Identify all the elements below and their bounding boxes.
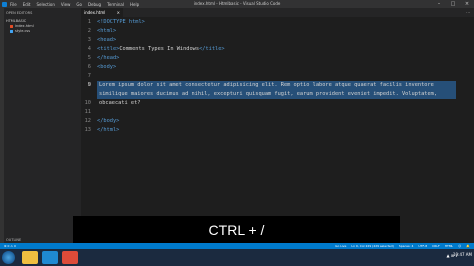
line-number: 7 [87, 73, 91, 79]
line-number: 10 [84, 100, 91, 106]
code-text: <body> [97, 64, 117, 70]
menu-help[interactable]: Help [130, 2, 139, 7]
explorer-sidebar: OPEN EDITORS HTMLBASIC index.html style.… [4, 8, 81, 243]
line-number: 9 [87, 82, 91, 88]
vscode-taskbar-icon[interactable] [42, 251, 58, 264]
file-label: index.html [15, 24, 34, 28]
code-text: <head> [97, 37, 117, 43]
explorer-icon[interactable] [22, 251, 38, 264]
vscode-logo-icon [2, 1, 7, 7]
html-file-icon [10, 24, 13, 28]
indentation[interactable]: Spaces: 4 [399, 244, 414, 248]
line-number: 13 [84, 127, 91, 133]
problems-indicator[interactable]: ⊗ 0 ⚠ 0 [4, 244, 16, 248]
file-item-style[interactable]: style.css [10, 29, 30, 33]
menu-selection[interactable]: Selection [36, 2, 54, 7]
title-close-tag: </title> [199, 46, 225, 52]
maximize-icon[interactable]: □ [446, 0, 460, 8]
tab-bar: index.html × ⋯ [81, 8, 474, 17]
code-text: </html> [97, 127, 120, 133]
minimize-icon[interactable]: – [432, 0, 446, 8]
title-text: Comments Types In Windows [119, 46, 200, 52]
line-number: 3 [87, 37, 91, 43]
chrome-icon[interactable] [62, 251, 78, 264]
code-line: 1 <!DOCTYPE html> [81, 18, 474, 27]
feedback-icon[interactable]: ☺ [458, 244, 461, 248]
code-text: <!DOCTYPE html> [97, 19, 145, 25]
open-editors-header[interactable]: OPEN EDITORS [6, 11, 32, 15]
folder-htmlbasic[interactable]: HTMLBASIC [6, 19, 26, 23]
close-icon[interactable]: × [460, 0, 474, 8]
file-item-index[interactable]: index.html [10, 24, 34, 28]
code-line: 2 <html> [81, 27, 474, 36]
tab-index-html[interactable]: index.html × [81, 8, 123, 17]
window-controls: – □ × [432, 0, 474, 8]
title-open-tag: <title> [97, 46, 120, 52]
tab-label: index.html [84, 10, 106, 15]
line-number: 11 [84, 109, 91, 115]
menu-terminal[interactable]: Terminal [107, 2, 124, 7]
line-number: 4 [87, 46, 91, 52]
code-line: 12 </body> [81, 117, 474, 126]
clock[interactable]: 10:47 AM [453, 252, 472, 257]
bell-icon[interactable]: 🔔 [466, 244, 470, 248]
go-live-button[interactable]: Go Live [335, 244, 346, 248]
line-number: 2 [87, 28, 91, 34]
menu-debug[interactable]: Debug [88, 2, 101, 7]
code-line: 10 [81, 99, 474, 108]
title-bar: File Edit Selection View Go Debug Termin… [0, 0, 474, 8]
encoding[interactable]: UTF-8 [418, 244, 427, 248]
code-text: </body> [97, 118, 120, 124]
windows-taskbar: ▲ ⊞ ♪ 10:47 AM [0, 249, 474, 266]
css-file-icon [10, 29, 13, 33]
code-line: 7 [81, 72, 474, 81]
status-items: Go Live Ln 9, Col 229 (229 selected) Spa… [335, 244, 470, 248]
code-text: <title>Comments Types In Windows</title> [97, 45, 225, 54]
code-line: 3 <head> [81, 36, 474, 45]
language-mode[interactable]: HTML [445, 244, 453, 248]
code-line: 4 <title>Comments Types In Windows</titl… [81, 45, 474, 54]
shortcut-text: CTRL + / [208, 221, 265, 238]
line-number: 12 [84, 118, 91, 124]
line-number: 5 [87, 55, 91, 61]
code-line: 13 </html> [81, 126, 474, 135]
more-actions-icon[interactable]: ⋯ [466, 10, 470, 15]
code-line: 11 [81, 108, 474, 117]
menu-file[interactable]: File [10, 2, 17, 7]
tab-close-icon[interactable]: × [117, 10, 120, 15]
file-label: style.css [15, 29, 31, 33]
code-text: <html> [97, 28, 117, 34]
code-line: 6 <body> [81, 63, 474, 72]
shortcut-overlay: CTRL + / [73, 216, 400, 243]
code-line: 5 </head> [81, 54, 474, 63]
menu-bar: File Edit Selection View Go Debug Termin… [10, 2, 139, 7]
start-button-icon[interactable] [2, 251, 15, 264]
code-text: </head> [97, 55, 120, 61]
code-editor[interactable]: 1 <!DOCTYPE html> 2 <html> 3 <head> 4 <t… [81, 17, 474, 243]
line-number: 1 [87, 19, 91, 25]
cursor-position[interactable]: Ln 9, Col 229 (229 selected) [351, 244, 393, 248]
minimap[interactable] [456, 17, 474, 243]
menu-view[interactable]: View [61, 2, 71, 7]
line-number: 6 [87, 64, 91, 70]
menu-go[interactable]: Go [76, 2, 82, 7]
menu-edit[interactable]: Edit [23, 2, 31, 7]
line-ending[interactable]: CRLF [432, 244, 440, 248]
outline-header[interactable]: OUTLINE [6, 238, 21, 242]
